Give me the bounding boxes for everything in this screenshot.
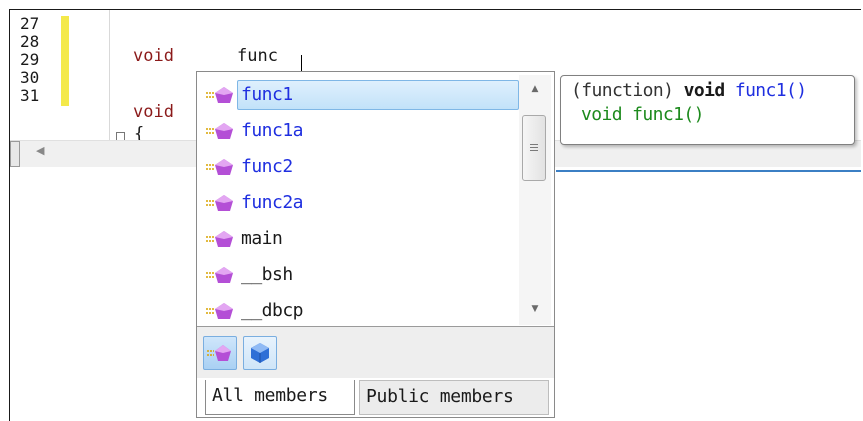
grip-line [530, 150, 538, 151]
scroll-left-arrow-icon[interactable]: ◀ [36, 144, 44, 157]
completion-item-label: main [241, 228, 283, 249]
code-keyword: void [133, 102, 174, 122]
scroll-up-arrow-icon[interactable]: ▲ [519, 77, 551, 101]
completion-item-label: func1a [241, 120, 304, 141]
tab-all-members[interactable]: All members [205, 380, 355, 415]
change-indicator-bar [61, 16, 69, 106]
method-filter-icon [207, 345, 231, 361]
type-filter-icon [251, 343, 269, 363]
completion-item[interactable]: func2a [201, 186, 519, 216]
method-icon [206, 123, 233, 139]
scrollbar-thumb[interactable] [522, 115, 546, 181]
line-number: 30 [20, 68, 40, 87]
grip-line [530, 144, 538, 145]
tooltip-kind: (function) [571, 80, 674, 101]
methods-filter-button[interactable] [203, 336, 237, 370]
code-typed-text: func [237, 46, 278, 66]
line-number-gutter: 27 28 29 30 31 [10, 10, 62, 140]
completion-item-label: __dbcp [241, 300, 304, 321]
completion-item[interactable]: main [201, 222, 519, 252]
line-number: 29 [20, 50, 40, 69]
member-filter-tabs: All members Public members [197, 378, 554, 417]
grip-line [530, 147, 538, 148]
editor-accent-line [556, 170, 861, 172]
fold-toggle-icon[interactable] [116, 132, 125, 140]
method-icon [206, 303, 233, 319]
completion-item-label: __bsh [241, 264, 293, 285]
completion-item-label: func2a [241, 192, 304, 213]
method-icon [206, 87, 233, 103]
completion-scrollbar[interactable]: ▲ ▼ [519, 75, 551, 325]
tooltip-signature: void func1() [581, 104, 704, 125]
method-icon [206, 267, 233, 283]
line-number: 27 [20, 14, 40, 33]
method-icon [206, 159, 233, 175]
tooltip-function-name: func1() [734, 80, 807, 101]
method-icon [206, 231, 233, 247]
method-icon [206, 195, 233, 211]
scroll-down-arrow-icon[interactable]: ▼ [519, 297, 551, 321]
completion-item[interactable]: func2 [201, 150, 519, 180]
code-brace: { [134, 124, 145, 140]
tab-public-members[interactable]: Public members [359, 380, 549, 415]
tooltip-return-type: void [683, 80, 726, 101]
completion-item[interactable]: func1 [201, 78, 519, 110]
quick-info-tooltip: (function) void func1() void func1() [560, 75, 855, 145]
scroll-splitter-handle[interactable] [10, 141, 20, 167]
code-keyword: void [133, 46, 174, 66]
completion-item[interactable]: __bsh [201, 258, 519, 288]
tooltip-declaration: (function) void func1() [571, 80, 807, 102]
filter-toolbar [197, 326, 554, 378]
types-filter-button[interactable] [243, 336, 277, 370]
line-number: 28 [20, 32, 40, 51]
completion-item-label: func1 [241, 84, 293, 105]
completion-item-label: func2 [241, 156, 293, 177]
gutter-separator [109, 10, 110, 140]
completion-list[interactable]: func1 func1a func2 func2a main __bsh __dbcp [197, 72, 521, 326]
line-number: 31 [20, 86, 40, 105]
completion-item[interactable]: __dbcp [201, 294, 519, 324]
completion-item[interactable]: func1a [201, 114, 519, 144]
completion-popup[interactable]: func1 func1a func2 func2a main __bsh __dbcp ▲ … [196, 71, 555, 418]
